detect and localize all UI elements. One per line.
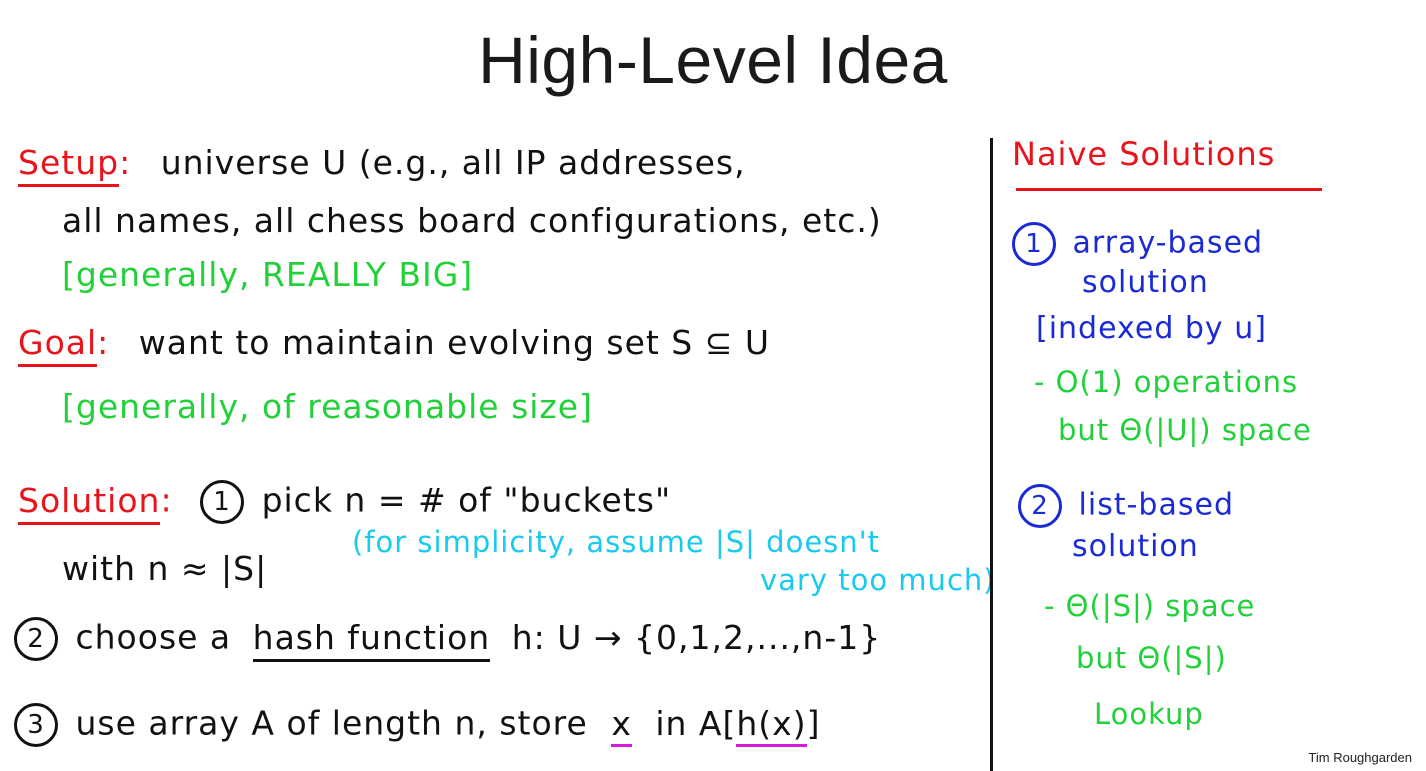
sol2-note3: Lookup bbox=[1094, 697, 1204, 731]
slide: High-Level Idea Setup: universe U (e.g.,… bbox=[0, 0, 1426, 771]
step2-term: hash function bbox=[252, 617, 491, 662]
step3-hx: h(x) bbox=[736, 703, 807, 747]
sol1-row: 1 array-based bbox=[1012, 222, 1263, 266]
column-divider bbox=[990, 138, 993, 771]
step3-mid: in A[ bbox=[655, 703, 737, 743]
setup-note: [generally, REALLY BIG] bbox=[62, 255, 474, 294]
sol1-line1: array-based bbox=[1072, 225, 1264, 261]
step3-row: 3 use array A of length n, store x in A[… bbox=[14, 703, 820, 747]
goal-label: Goal bbox=[18, 323, 98, 367]
sol2-number: 2 bbox=[1018, 484, 1062, 528]
setup-colon: : bbox=[119, 143, 132, 182]
setup-line2: all names, all chess board configuration… bbox=[62, 201, 882, 240]
naive-solutions-heading: Naive Solutions bbox=[1012, 135, 1276, 173]
solution-row: Solution: 1 pick n = # of "buckets" bbox=[18, 480, 672, 525]
sol2-line2: solution bbox=[1072, 529, 1199, 564]
goal-line1: want to maintain evolving set S ⊆ U bbox=[138, 323, 771, 362]
step1-line2: with n ≈ |S| bbox=[62, 549, 268, 588]
sol2-note2: but Θ(|S|) bbox=[1076, 641, 1227, 675]
step1-note-line1: (for simplicity, assume |S| doesn't bbox=[352, 525, 880, 559]
sol1-note1: - O(1) operations bbox=[1034, 365, 1299, 399]
slide-title: High-Level Idea bbox=[478, 23, 948, 97]
step1-number: 1 bbox=[200, 480, 245, 524]
goal-note: [generally, of reasonable size] bbox=[62, 387, 593, 426]
naive-solutions-underline bbox=[1016, 188, 1322, 191]
author-credit: Tim Roughgarden bbox=[1308, 750, 1412, 765]
step2-pre: choose a bbox=[75, 617, 232, 657]
step3-number: 3 bbox=[14, 703, 58, 747]
sol1-line2: solution bbox=[1082, 265, 1209, 300]
setup-row: Setup: universe U (e.g., all IP addresse… bbox=[18, 143, 746, 187]
setup-label: Setup bbox=[18, 143, 120, 187]
step2-number: 2 bbox=[14, 617, 58, 661]
solution-colon: : bbox=[160, 480, 173, 520]
step2-row: 2 choose a hash function h: U → {0,1,2,.… bbox=[14, 617, 882, 662]
goal-colon: : bbox=[97, 323, 110, 362]
sol2-line1: list-based bbox=[1078, 487, 1234, 523]
sol2-note1: - Θ(|S|) space bbox=[1044, 589, 1256, 623]
goal-row: Goal: want to maintain evolving set S ⊆ … bbox=[18, 323, 771, 367]
sol1-line3: [indexed by u] bbox=[1036, 311, 1267, 346]
step3-pre: use array A of length n, store bbox=[75, 703, 588, 743]
sol1-number: 1 bbox=[1012, 222, 1056, 266]
solution-label: Solution bbox=[18, 480, 161, 525]
setup-line1: universe U (e.g., all IP addresses, bbox=[160, 143, 746, 182]
step1-note-line2: vary too much) bbox=[760, 563, 996, 597]
step2-post: h: U → {0,1,2,...,n-1} bbox=[511, 617, 882, 657]
step3-end: ] bbox=[806, 703, 821, 743]
sol1-note2: but Θ(|U|) space bbox=[1058, 413, 1312, 447]
sol2-row: 2 list-based bbox=[1018, 484, 1234, 528]
step1-text: pick n = # of "buckets" bbox=[261, 480, 672, 520]
step3-x: x bbox=[611, 703, 632, 747]
